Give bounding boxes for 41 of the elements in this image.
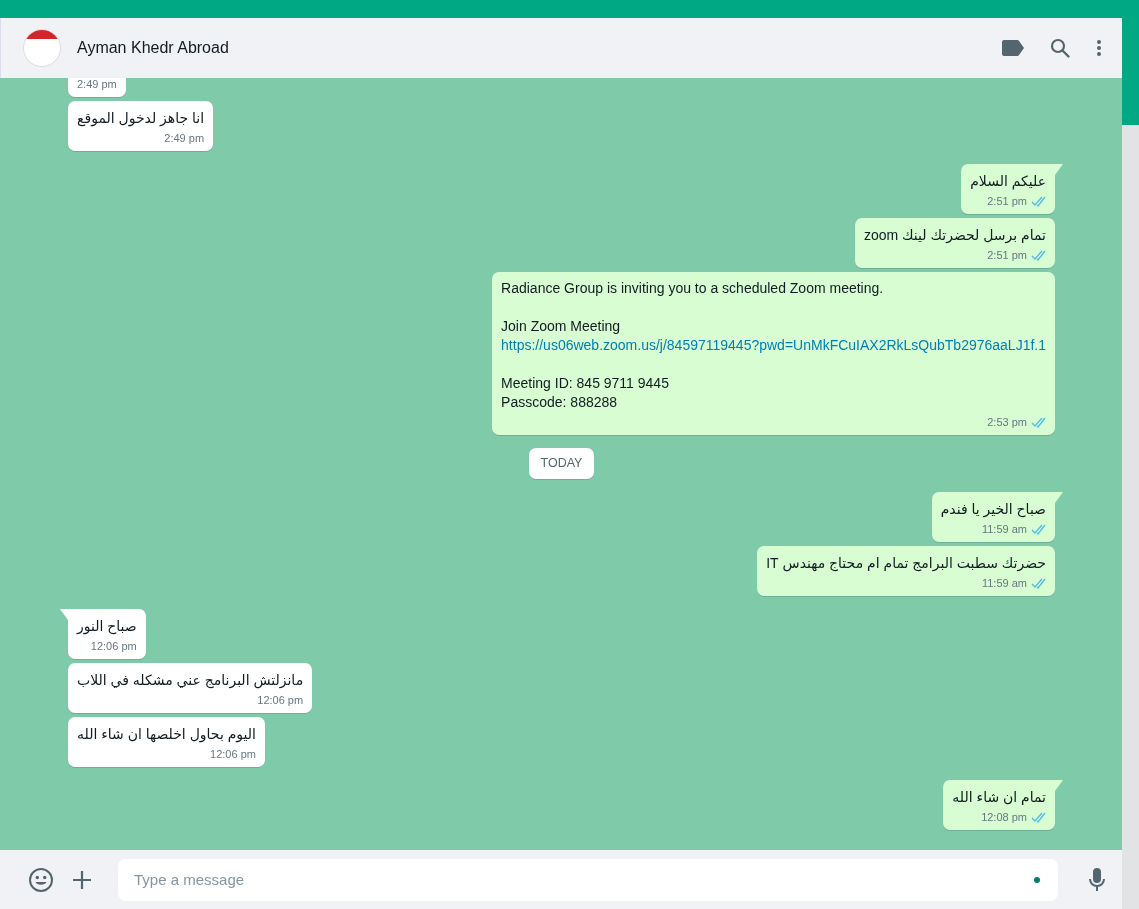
message-text: اليوم بحاول اخلصها ان شاء الله [77, 725, 256, 744]
search-icon [1050, 38, 1070, 58]
search-button[interactable] [1050, 38, 1070, 58]
message-text: صباح النور [77, 617, 137, 636]
message-time: 11:59 am [981, 522, 1027, 536]
attach-button[interactable] [72, 869, 92, 890]
message-text: حضرتك سطبت البرامج تمام ام محتاج مهندس IT [766, 554, 1046, 573]
microphone-icon [1088, 866, 1106, 893]
message-text: صباح الخير يا فندم [940, 500, 1046, 519]
message-time: 12:06 pm [90, 639, 137, 653]
menu-button[interactable] [1096, 39, 1102, 57]
message-time: 11:59 am [981, 576, 1027, 590]
message-text: Meeting ID: 845 9711 9445 [501, 374, 670, 394]
microphone-button[interactable] [1088, 866, 1106, 893]
message-link[interactable]: https://us06web.zoom.us/j/84597119445?pwd=UnMkFCuIAX2RkLsQubTb2976aaLJ1f.1 [501, 336, 1046, 356]
message-time: 12:08 pm [981, 810, 1027, 824]
message-time: 2:49 pm [77, 78, 117, 92]
status-dot-icon [1034, 876, 1040, 883]
message-text: Radiance Group is inviting you to a scheduled Zoom meeting. [501, 279, 885, 299]
message-input[interactable]: Type a message [118, 858, 1058, 901]
message-text: تمام برسل لحضرتك لينك zoom [863, 226, 1046, 246]
message-time: 2:49 pm [164, 131, 205, 146]
plus-icon [72, 869, 92, 890]
menu-icon [1096, 39, 1102, 57]
message-time: 12:06 pm [210, 747, 256, 761]
label-icon [1002, 40, 1024, 56]
emoji-button[interactable] [28, 866, 54, 893]
message-time: 2:51 pm [987, 194, 1027, 209]
message-text: انا جاهز لدخول الموقع [77, 109, 205, 129]
contact-avatar[interactable] [23, 29, 61, 67]
label-button[interactable] [1002, 40, 1024, 56]
message-time: 2:53 pm [987, 415, 1027, 430]
message-text: تمام ان شاء الله [952, 788, 1046, 807]
message-time: 2:51 pm [987, 248, 1027, 263]
message-text: Passcode: 888288 [501, 393, 619, 413]
smiley-icon [28, 866, 54, 893]
message-time: 12:06 pm [257, 693, 304, 707]
message-text: مانزلتش البرنامج عني مشكله في اللاب [77, 671, 304, 690]
message-text: Join Zoom Meeting [501, 317, 622, 337]
message-text: عليكم السلام [970, 172, 1046, 192]
contact-name: Ayman Khedr Abroad [77, 38, 229, 58]
